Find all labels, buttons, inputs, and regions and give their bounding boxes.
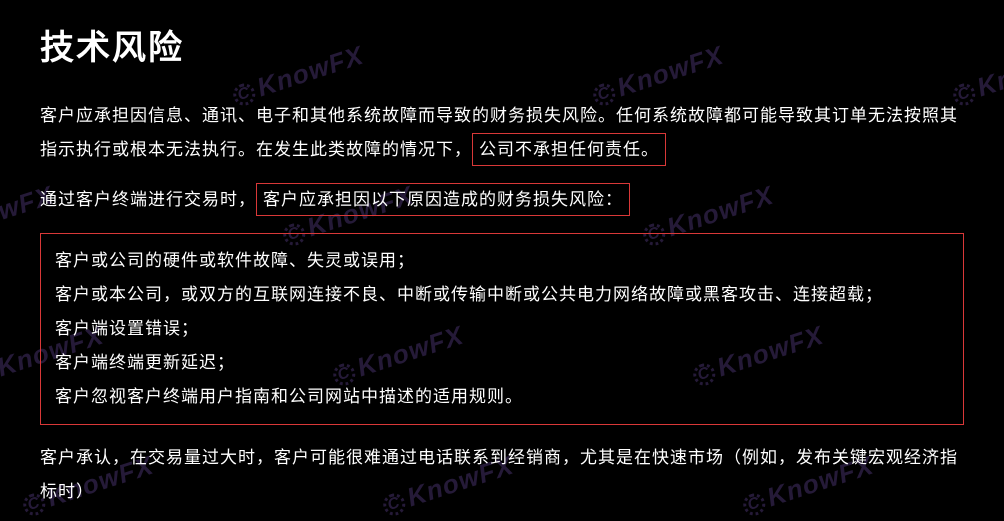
list-item: 客户忽视客户终端用户指南和公司网站中描述的适用规则。 — [55, 380, 949, 414]
list-item: 客户或公司的硬件或软件故障、失灵或误用； — [55, 244, 949, 278]
list-item: 客户端设置错误； — [55, 312, 949, 346]
list-item: 客户端终端更新延迟； — [55, 346, 949, 380]
risk-list-box: 客户或公司的硬件或软件故障、失灵或误用； 客户或本公司，或双方的互联网连接不良、… — [40, 233, 964, 425]
para2-text: 通过客户终端进行交易时， — [40, 190, 256, 209]
paragraph-3: 客户承认，在交易量过大时，客户可能很难通过电话联系到经销商，尤其是在快速市场（例… — [40, 441, 964, 509]
list-item: 客户或本公司，或双方的互联网连接不良、中断或传输中断或公共电力网络故障或黑客攻击… — [55, 278, 949, 312]
paragraph-2: 通过客户终端进行交易时，客户应承担因以下原因造成的财务损失风险： — [40, 183, 964, 217]
document-content: 技术风险 客户应承担因信息、通讯、电子和其他系统故障而导致的财务损失风险。任何系… — [40, 20, 964, 509]
para1-highlight: 公司不承担任何责任。 — [472, 133, 666, 166]
para2-highlight: 客户应承担因以下原因造成的财务损失风险： — [256, 183, 630, 216]
paragraph-1: 客户应承担因信息、通讯、电子和其他系统故障而导致的财务损失风险。任何系统故障都可… — [40, 99, 964, 167]
page-title: 技术风险 — [40, 20, 964, 69]
